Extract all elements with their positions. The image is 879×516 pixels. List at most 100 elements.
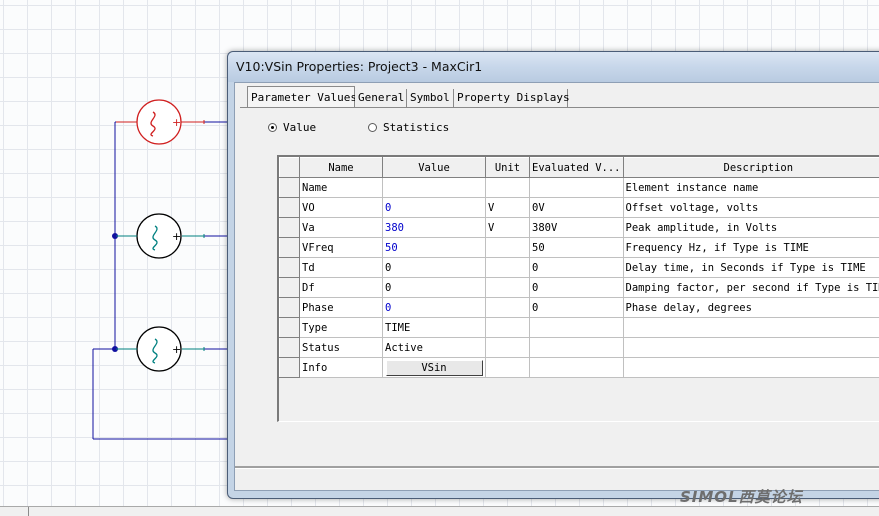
param-name-cell: Td [300,258,383,278]
param-value-cell[interactable]: 380 [383,218,486,238]
tab-baseline [240,107,879,108]
row-header[interactable] [280,238,300,258]
param-description-cell: Phase delay, degrees [623,298,879,318]
row-header[interactable] [280,318,300,338]
radio-value-label: Value [283,121,316,134]
row-header[interactable] [280,178,300,198]
param-evaluated-cell: 380V [530,218,624,238]
param-unit-cell[interactable]: V [486,218,530,238]
param-name-cell: Va [300,218,383,238]
table-row[interactable]: Name Element instance name [280,178,879,198]
param-value-cell: VSin [383,358,486,378]
param-value-cell[interactable] [383,178,486,198]
param-value-cell[interactable]: 50 [383,238,486,258]
radio-statistics[interactable]: Statistics [368,121,449,134]
table-row[interactable]: Status Active [280,338,879,358]
sine-source-selected: + [116,100,204,144]
param-unit-cell[interactable]: V [486,198,530,218]
table-row[interactable]: Df 0 0 Damping factor, per second if Typ… [280,278,879,298]
column-header-value[interactable]: Value [383,158,486,178]
param-unit-cell[interactable] [486,298,530,318]
param-unit-cell[interactable] [486,258,530,278]
param-evaluated-cell: 50 [530,238,624,258]
row-header[interactable] [280,258,300,278]
sine-source: + [116,327,204,371]
param-name-cell: Phase [300,298,383,318]
properties-dialog: V10:VSin Properties: Project3 - MaxCir1 … [227,51,879,499]
param-description-cell: Delay time, in Seconds if Type is TIME [623,258,879,278]
svg-text:+: + [172,116,181,129]
param-value-cell[interactable]: 0 [383,198,486,218]
watermark-logo: SIMOL西莫论坛 [680,486,803,507]
param-name-cell: VO [300,198,383,218]
dialog-title: V10:VSin Properties: Project3 - MaxCir1 [236,59,482,74]
dialog-client-area: Parameter Values General Symbol Property… [234,82,879,491]
parameter-table: Name Value Unit Evaluated V... Descripti… [279,157,879,378]
param-unit-cell[interactable] [486,278,530,298]
param-description-cell: Offset voltage, volts [623,198,879,218]
row-header[interactable] [280,218,300,238]
sine-source: + [116,214,204,258]
row-header[interactable] [280,298,300,318]
svg-text:+: + [172,343,181,356]
tab-general[interactable]: General [355,89,407,107]
param-name-cell: Name [300,178,383,198]
parameter-grid: Name Value Unit Evaluated V... Descripti… [277,155,879,422]
dialog-titlebar[interactable]: V10:VSin Properties: Project3 - MaxCir1 [228,52,879,82]
radio-checked-icon [268,123,277,132]
column-header-evaluated[interactable]: Evaluated V... [530,158,624,178]
param-description-cell: Damping factor, per second if Type is TI… [623,278,879,298]
param-unit-cell [486,358,530,378]
param-description-cell: Peak amplitude, in Volts [623,218,879,238]
param-evaluated-cell: 0V [530,198,624,218]
column-header-unit[interactable]: Unit [486,158,530,178]
param-unit-cell[interactable] [486,178,530,198]
param-evaluated-cell [530,358,624,378]
table-row[interactable]: VFreq 50 50 Frequency Hz, if Type is TIM… [280,238,879,258]
param-evaluated-cell: 0 [530,258,624,278]
radio-value[interactable]: Value [268,121,316,134]
tab-property-displays[interactable]: Property Displays [454,89,568,107]
table-row[interactable]: VO 0 V 0V Offset voltage, volts [280,198,879,218]
param-evaluated-cell: 0 [530,298,624,318]
column-header-name[interactable]: Name [300,158,383,178]
param-description-cell [623,358,879,378]
param-value-cell[interactable]: Active [383,338,486,358]
param-unit-cell[interactable] [486,238,530,258]
param-evaluated-cell [530,178,624,198]
table-row[interactable]: Phase 0 0 Phase delay, degrees [280,298,879,318]
vsin-info-button[interactable]: VSin [386,360,483,376]
svg-text:+: + [172,230,181,243]
param-value-cell[interactable]: 0 [383,298,486,318]
param-name-cell: Df [300,278,383,298]
row-header[interactable] [280,278,300,298]
table-row[interactable]: Type TIME [280,318,879,338]
table-row[interactable]: Td 0 0 Delay time, in Seconds if Type is… [280,258,879,278]
param-name-cell: Info [300,358,383,378]
param-value-cell[interactable]: 0 [383,278,486,298]
param-evaluated-cell: 0 [530,278,624,298]
param-name-cell: Status [300,338,383,358]
param-description-cell: Element instance name [623,178,879,198]
radio-unchecked-icon [368,123,377,132]
param-description-cell: Frequency Hz, if Type is TIME [623,238,879,258]
tab-symbol[interactable]: Symbol [407,89,454,107]
param-value-cell[interactable]: 0 [383,258,486,278]
param-evaluated-cell [530,318,624,338]
tab-parameter-values[interactable]: Parameter Values [247,86,355,108]
table-row[interactable]: Info VSin [280,358,879,378]
param-description-cell [623,338,879,358]
param-unit-cell[interactable] [486,338,530,358]
row-header[interactable] [280,358,300,378]
table-row[interactable]: Va 380 V 380V Peak amplitude, in Volts [280,218,879,238]
dialog-separator [235,466,879,469]
row-header[interactable] [280,198,300,218]
row-header[interactable] [280,338,300,358]
param-value-cell[interactable]: TIME [383,318,486,338]
radio-statistics-label: Statistics [383,121,449,134]
corner-header [280,158,300,178]
column-header-description[interactable]: Description [623,158,879,178]
table-header-row: Name Value Unit Evaluated V... Descripti… [280,158,879,178]
param-unit-cell[interactable] [486,318,530,338]
param-description-cell [623,318,879,338]
